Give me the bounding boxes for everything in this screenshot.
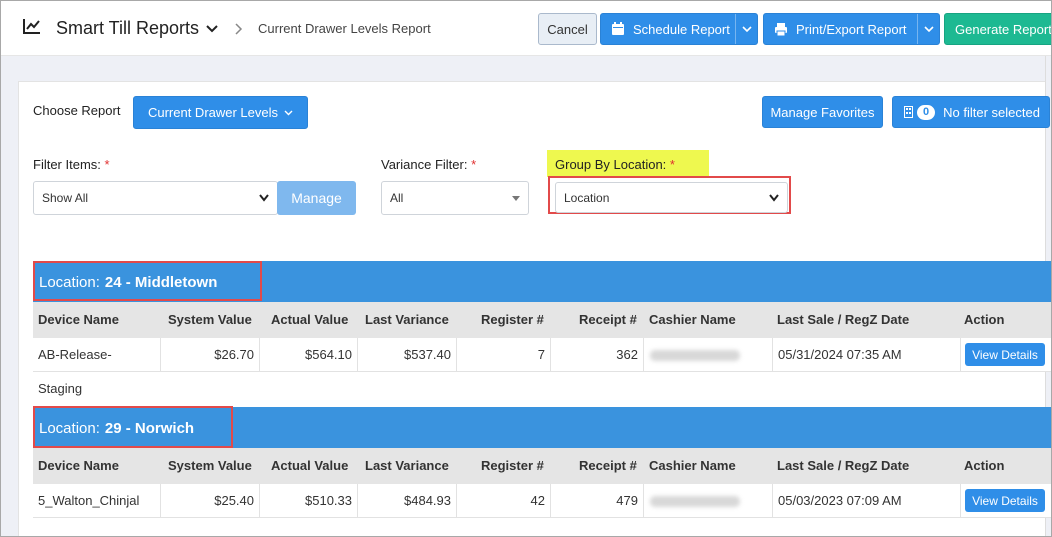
table-header: Device Name System Value Actual Value La… — [33, 448, 1051, 484]
group-by-location-select[interactable]: Location — [555, 182, 788, 213]
view-details-button[interactable]: View Details — [965, 343, 1045, 366]
cell-system-value: $26.70 — [161, 338, 260, 372]
building-icon — [904, 106, 913, 118]
column-header-register[interactable]: Register # — [481, 302, 544, 338]
print-export-button[interactable]: Print/Export Report — [763, 13, 940, 45]
filter-items-label: Filter Items: * — [33, 157, 110, 172]
required-mark: * — [471, 157, 477, 172]
variance-filter-value: All — [390, 191, 404, 205]
cell-receipt: 362 — [551, 338, 644, 372]
app-title[interactable]: Smart Till Reports — [56, 18, 199, 39]
group-by-location-value: Location — [564, 190, 610, 205]
cell-register: 42 — [457, 484, 551, 518]
chevron-down-icon — [769, 194, 779, 202]
variance-filter-label: Variance Filter: * — [381, 157, 476, 172]
redacted-text — [650, 496, 740, 507]
cancel-button[interactable]: Cancel — [538, 13, 597, 45]
manage-filter-button[interactable]: Manage — [277, 181, 356, 215]
filter-items-text: Filter Items: — [33, 157, 101, 172]
annotation-box — [33, 261, 262, 301]
group-by-location-text: Group By Location: — [555, 157, 667, 172]
generate-report-button[interactable]: Generate Report — [944, 13, 1051, 45]
chevron-down-icon — [284, 110, 293, 115]
cell-last-sale: 05/03/2023 07:09 AM — [773, 484, 961, 518]
filter-count-badge: 0 — [917, 104, 936, 120]
chevron-down-icon[interactable] — [206, 25, 218, 33]
filter-status-button[interactable]: 0 No filter selected — [892, 96, 1050, 128]
top-bar: Smart Till Reports Current Drawer Levels… — [1, 1, 1051, 56]
column-header-actual-value[interactable]: Actual Value — [271, 448, 348, 484]
manage-favorites-button[interactable]: Manage Favorites — [762, 96, 883, 128]
chevron-down-icon — [259, 194, 269, 202]
report-select-button[interactable]: Current Drawer Levels — [133, 96, 308, 129]
schedule-dropdown-toggle[interactable] — [735, 14, 757, 44]
column-header-actual-value[interactable]: Actual Value — [271, 302, 348, 338]
variance-filter-select[interactable]: All — [381, 181, 529, 215]
column-header-register[interactable]: Register # — [481, 448, 544, 484]
annotation-box — [33, 406, 233, 448]
print-dropdown-toggle[interactable] — [917, 14, 939, 44]
filter-status-label: No filter selected — [943, 104, 1040, 120]
column-header-action: Action — [964, 458, 1005, 473]
choose-report-label: Choose Report — [33, 103, 121, 118]
column-header-device-name[interactable]: Device Name — [38, 448, 119, 484]
chevron-down-icon — [741, 25, 752, 32]
group-by-location-label: Group By Location: * — [555, 157, 675, 172]
column-header-receipt[interactable]: Receipt # — [579, 448, 637, 484]
filter-items-value: Show All — [42, 191, 89, 205]
required-mark: * — [104, 157, 110, 172]
redacted-text — [650, 350, 740, 361]
table-row: 5_Walton_Chinjal $25.40 $510.33 $484.93 … — [33, 484, 1051, 518]
column-header-last-variance[interactable]: Last Variance — [365, 302, 449, 338]
view-details-button[interactable]: View Details — [965, 489, 1045, 512]
chevron-down-icon — [923, 25, 934, 32]
report-select-label: Current Drawer Levels — [147, 105, 279, 120]
cell-actual-value: $564.10 — [260, 338, 358, 372]
cell-register: 7 — [457, 338, 551, 372]
calendar-icon — [612, 22, 624, 35]
column-header-action: Action — [964, 312, 1005, 327]
page-gutter-top — [1, 56, 1051, 81]
page-gutter-left — [1, 56, 18, 536]
schedule-report-label: Schedule Report — [633, 21, 730, 37]
cell-cashier-name — [644, 484, 773, 518]
cell-cashier-name — [644, 338, 773, 372]
line-chart-icon — [23, 19, 40, 34]
column-header-system-value[interactable]: System Value — [168, 302, 252, 338]
column-header-device-name[interactable]: Device Name — [38, 302, 119, 338]
filter-items-select[interactable]: Show All — [33, 181, 278, 215]
cell-actual-value: $510.33 — [260, 484, 358, 518]
column-header-last-sale[interactable]: Last Sale / RegZ Date — [777, 448, 909, 484]
caret-down-icon — [512, 196, 520, 201]
column-header-cashier-name[interactable]: Cashier Name — [649, 302, 736, 338]
cell-last-sale: 05/31/2024 07:35 AM — [773, 338, 961, 372]
app-window: Smart Till Reports Current Drawer Levels… — [0, 0, 1052, 537]
chevron-right-icon — [235, 23, 243, 35]
cell-system-value: $25.40 — [161, 484, 260, 518]
column-header-cashier-name[interactable]: Cashier Name — [649, 448, 736, 484]
cell-last-variance: $484.93 — [358, 484, 457, 518]
cell-last-variance: $537.40 — [358, 338, 457, 372]
column-header-last-variance[interactable]: Last Variance — [365, 448, 449, 484]
column-header-system-value[interactable]: System Value — [168, 448, 252, 484]
print-export-label: Print/Export Report — [796, 21, 907, 37]
table-row: AB-Release-Staging $26.70 $564.10 $537.4… — [33, 338, 1051, 396]
printer-icon — [775, 23, 787, 36]
column-header-receipt[interactable]: Receipt # — [579, 302, 637, 338]
required-mark: * — [669, 157, 675, 172]
variance-filter-text: Variance Filter: — [381, 157, 468, 172]
column-header-last-sale[interactable]: Last Sale / RegZ Date — [777, 302, 909, 338]
table-header: Device Name System Value Actual Value La… — [33, 302, 1051, 338]
cell-receipt: 479 — [551, 484, 644, 518]
schedule-report-button[interactable]: Schedule Report — [600, 13, 758, 45]
breadcrumb: Current Drawer Levels Report — [258, 21, 431, 36]
cell-device-name: AB-Release-Staging — [33, 338, 161, 396]
cell-device-name: 5_Walton_Chinjal — [33, 484, 161, 518]
